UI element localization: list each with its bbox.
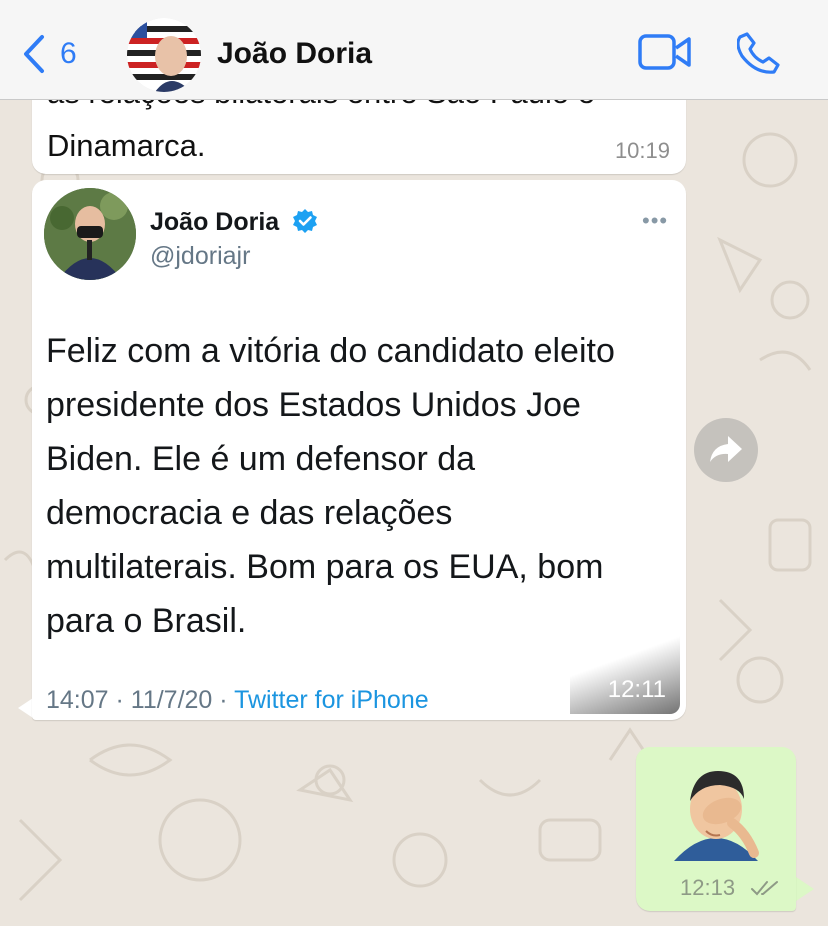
video-call-button[interactable] bbox=[638, 34, 692, 75]
tweet-body: Feliz com a vitória do candidato eleito … bbox=[46, 324, 666, 648]
man-facepalming-emoji bbox=[666, 761, 766, 866]
verified-badge-icon bbox=[293, 209, 317, 233]
tweet-metadata: 14:07 · 11/7/20 · Twitter for iPhone bbox=[46, 686, 429, 714]
more-options-icon: ••• bbox=[642, 208, 669, 233]
back-button[interactable]: 6 bbox=[22, 34, 77, 74]
message-time: 10:19 bbox=[614, 138, 670, 163]
forward-button[interactable] bbox=[694, 418, 758, 482]
tweet-author-name: João Doria bbox=[150, 208, 280, 236]
tweet-timestamp: 14:07 · 11/7/20 · bbox=[46, 686, 228, 714]
tweet-message-bubble[interactable]: João Doria @jdoriajr ••• Feliz com a vit… bbox=[32, 180, 686, 720]
contact-name[interactable]: João Doria bbox=[217, 37, 372, 71]
video-camera-icon bbox=[638, 34, 691, 70]
tweet-line: Biden. Ele é um defensor da bbox=[46, 440, 476, 478]
tweet-screenshot: João Doria @jdoriajr ••• Feliz com a vit… bbox=[38, 186, 680, 714]
message-text: Dinamarca. bbox=[47, 128, 206, 163]
tweet-line: democracia e das relações bbox=[46, 494, 453, 532]
outgoing-message-bubble[interactable]: 12:13 bbox=[636, 747, 796, 911]
chat-header: 6 João Doria bbox=[0, 0, 828, 100]
tweet-avatar bbox=[44, 188, 136, 280]
unread-count: 6 bbox=[60, 37, 77, 70]
phone-icon bbox=[736, 32, 780, 74]
tweet-line: multilaterais. Bom para os EUA, bom bbox=[46, 548, 604, 586]
contact-avatar[interactable] bbox=[127, 18, 201, 92]
message-time: 12:11 bbox=[607, 676, 666, 703]
voice-call-button[interactable] bbox=[736, 31, 781, 80]
double-check-icon bbox=[751, 881, 778, 896]
chevron-left-icon bbox=[24, 35, 44, 73]
tweet-author-handle: @jdoriajr bbox=[150, 242, 251, 270]
bubble-tail bbox=[796, 877, 814, 901]
forward-arrow-icon bbox=[710, 436, 742, 462]
message-time: 12:13 bbox=[680, 875, 736, 900]
tweet-source: Twitter for iPhone bbox=[234, 686, 429, 714]
tweet-line: presidente dos Estados Unidos Joe bbox=[46, 386, 581, 424]
tweet-line: Feliz com a vitória do candidato eleito bbox=[46, 332, 615, 370]
